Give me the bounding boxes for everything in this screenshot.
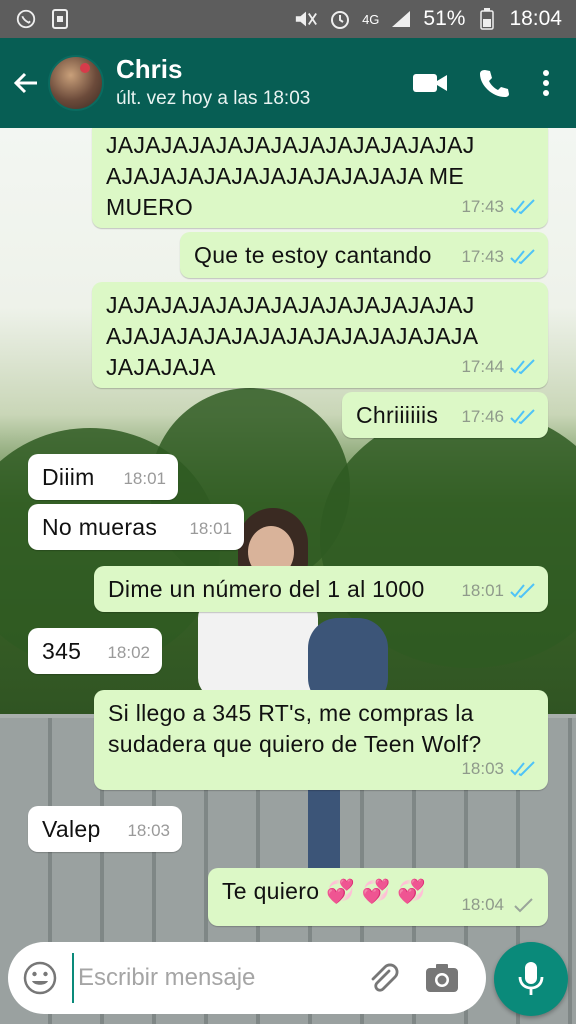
double-check-icon xyxy=(510,248,535,264)
incoming-message[interactable]: Valep 18:03 xyxy=(28,806,182,852)
voice-message-button[interactable] xyxy=(494,942,568,1016)
outgoing-message[interactable]: JAJAJAJAJAJAJAJAJAJAJAJAJAJ AJAJAJAJAJAJ… xyxy=(92,128,548,228)
message-meta: 18:01 xyxy=(123,463,166,494)
mute-icon xyxy=(294,7,318,31)
battery-percent: 51% xyxy=(423,7,466,30)
message-text: Si llego a 345 RT's, me compras la sudad… xyxy=(108,700,482,757)
single-check-icon xyxy=(514,897,533,912)
message-text: Te quiero 💞 💞 💞 xyxy=(222,878,427,904)
message-text: Valep xyxy=(42,816,101,842)
mic-icon xyxy=(518,962,544,995)
message-meta: 17:44 xyxy=(461,351,536,382)
message-meta: 18:01 xyxy=(189,513,232,544)
clock: 18:04 xyxy=(509,7,562,30)
network-type: 4G xyxy=(362,11,380,27)
back-arrow-icon xyxy=(13,72,37,94)
double-check-icon xyxy=(510,582,535,598)
incoming-message[interactable]: 345 18:02 xyxy=(28,628,162,674)
incoming-message[interactable]: Diiim 18:01 xyxy=(28,454,178,500)
status-bar: 4G 51% 18:04 xyxy=(0,0,576,38)
alarm-icon xyxy=(328,7,352,31)
message-meta: 17:46 xyxy=(461,401,536,432)
message-meta: 18:02 xyxy=(107,637,150,668)
video-call-icon xyxy=(413,74,447,92)
message-text: JAJAJAJAJAJAJAJAJAJAJAJAJAJ AJAJAJAJAJAJ… xyxy=(106,292,479,380)
status-right: 4G 51% 18:04 xyxy=(294,7,562,31)
attach-icon xyxy=(371,963,399,992)
message-text: 345 xyxy=(42,638,82,664)
message-time: 18:03 xyxy=(127,821,170,840)
voice-call-button[interactable] xyxy=(462,53,526,113)
message-text: JAJAJAJAJAJAJAJAJAJAJAJAJAJ AJAJAJAJAJAJ… xyxy=(106,132,475,220)
camera-button[interactable] xyxy=(414,948,470,1008)
outgoing-message[interactable]: Te quiero 💞 💞 💞 18:04 xyxy=(208,868,548,926)
message-text: Diiim xyxy=(42,464,95,490)
contact-name: Chris xyxy=(116,54,183,84)
message-meta: 18:04 xyxy=(461,889,536,920)
message-meta: 17:43 xyxy=(461,241,536,272)
whatsapp-notification-icon xyxy=(14,7,38,31)
message-text: Que te estoy cantando xyxy=(194,242,432,268)
message-time: 17:46 xyxy=(461,407,504,426)
message-time: 18:02 xyxy=(107,643,150,662)
message-time: 17:43 xyxy=(461,197,504,216)
double-check-icon xyxy=(510,760,535,776)
incoming-message[interactable]: No mueras 18:01 xyxy=(28,504,244,550)
message-meta: 17:43 xyxy=(461,191,536,222)
double-check-icon xyxy=(510,198,535,214)
emoji-button[interactable] xyxy=(8,946,72,1010)
message-time: 17:44 xyxy=(461,357,504,376)
back-button[interactable] xyxy=(4,53,48,113)
message-text: No mueras xyxy=(42,514,158,540)
outgoing-message[interactable]: Si llego a 345 RT's, me compras la sudad… xyxy=(94,690,548,790)
status-left xyxy=(14,7,72,31)
signal-icon xyxy=(389,7,413,31)
attach-button[interactable] xyxy=(354,948,410,1008)
more-vert-icon xyxy=(543,70,549,96)
double-check-icon xyxy=(510,358,535,374)
header-actions xyxy=(398,53,566,113)
chat-header: Chris últ. vez hoy a las 18:03 xyxy=(0,38,576,128)
message-time: 18:01 xyxy=(461,581,504,600)
double-check-icon xyxy=(510,408,535,424)
last-seen: últ. vez hoy a las 18:03 xyxy=(116,88,311,109)
message-meta: 18:01 xyxy=(461,575,536,606)
message-meta: 18:03 xyxy=(461,753,536,784)
more-options-button[interactable] xyxy=(526,53,566,113)
message-meta: 18:03 xyxy=(127,815,170,846)
phone-icon xyxy=(480,70,509,97)
outgoing-message[interactable]: Chriiiiiis 17:46 xyxy=(342,392,548,438)
outgoing-message[interactable]: Que te estoy cantando 17:43 xyxy=(180,232,548,278)
contact-info[interactable]: Chris últ. vez hoy a las 18:03 xyxy=(116,54,310,112)
message-time: 18:03 xyxy=(461,759,504,778)
message-time: 18:01 xyxy=(189,519,232,538)
message-composer xyxy=(8,942,486,1014)
outgoing-message[interactable]: JAJAJAJAJAJAJAJAJAJAJAJAJAJ AJAJAJAJAJAJ… xyxy=(92,282,548,388)
screenshot-icon xyxy=(48,7,72,31)
message-time: 18:04 xyxy=(461,895,504,914)
message-time: 17:43 xyxy=(461,247,504,266)
message-time: 18:01 xyxy=(123,469,166,488)
video-call-button[interactable] xyxy=(398,53,462,113)
message-text: Chriiiiiis xyxy=(356,402,439,428)
message-input[interactable] xyxy=(72,953,342,1003)
emoji-icon xyxy=(23,961,57,995)
avatar[interactable] xyxy=(48,55,104,111)
camera-icon xyxy=(426,964,458,992)
message-text: Dime un número del 1 al 1000 xyxy=(108,576,425,602)
outgoing-message[interactable]: Dime un número del 1 al 1000 18:01 xyxy=(94,566,548,612)
wallpaper-person xyxy=(178,508,388,868)
battery-icon xyxy=(475,7,499,31)
